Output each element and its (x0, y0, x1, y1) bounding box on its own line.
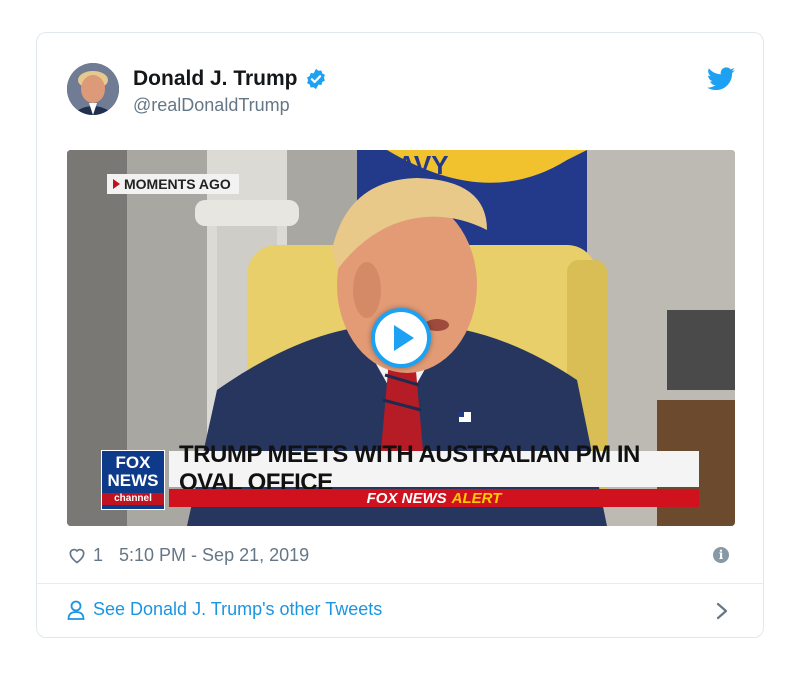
author-name[interactable]: Donald J. Trump (133, 67, 298, 91)
play-button[interactable] (371, 308, 431, 368)
see-other-tweets-label[interactable]: See Donald J. Trump's other Tweets (93, 599, 382, 620)
fox-logo-line2: NEWS (107, 471, 159, 490)
fox-logo-line1: FOX (115, 453, 151, 472)
see-other-tweets-link[interactable]: See Donald J. Trump's other Tweets (67, 599, 382, 620)
news-lower-third: FOX NEWS channel TRUMP MEETS WITH AUSTRA… (101, 441, 701, 510)
moments-ago-badge: MOMENTS AGO (107, 174, 239, 194)
flag-text: AVY (397, 150, 449, 180)
play-icon (394, 325, 414, 351)
fox-logo-line3: channel (102, 493, 164, 505)
tweet-meta: 1 5:10 PM - Sep 21, 2019 (67, 543, 309, 567)
tweet-timestamp[interactable]: 5:10 PM - Sep 21, 2019 (119, 545, 309, 566)
news-headline: TRUMP MEETS WITH AUSTRALIAN PM IN OVAL O… (169, 441, 699, 496)
twitter-bird-icon[interactable] (707, 67, 735, 91)
chevron-right-icon[interactable] (715, 601, 729, 621)
moments-ago-label: MOMENTS AGO (124, 176, 231, 192)
fox-news-logo: FOX NEWS channel (101, 450, 165, 510)
news-alert-bar: FOX NEWS ALERT (169, 489, 699, 507)
info-icon[interactable]: i (713, 547, 729, 563)
alert-word: ALERT (451, 489, 502, 507)
divider (37, 583, 763, 584)
video-player[interactable]: AVY MOMENTS AGO FOX NEWS channel TRUMP M… (67, 150, 735, 526)
avatar[interactable] (67, 63, 119, 115)
alert-fox-text: FOX NEWS (366, 489, 447, 507)
person-icon (67, 600, 85, 620)
verified-badge-icon (306, 68, 325, 90)
play-indicator-icon (113, 179, 120, 189)
author-name-row[interactable]: Donald J. Trump (133, 67, 327, 91)
heart-icon[interactable] (67, 545, 87, 565)
author-handle[interactable]: @realDonaldTrump (133, 95, 290, 116)
tweet-card: Donald J. Trump @realDonaldTrump AVY MOM… (36, 32, 764, 638)
like-count[interactable]: 1 (93, 545, 103, 566)
